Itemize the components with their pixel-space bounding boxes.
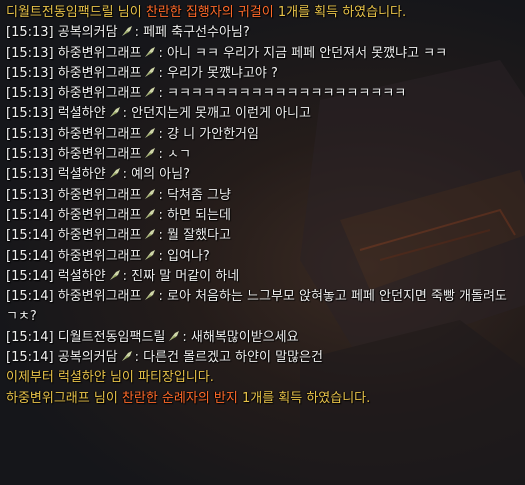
chat-message: [15:13] 하중변위그래프 : ㅋㅋㅋㅋㅋㅋㅋㅋㅋㅋㅋㅋㅋㅋㅋㅋㅋㅋㅋㅋ: [6, 84, 519, 104]
chat-message: [15:13] 하중변위그래프 : 닥쳐좀 그냥: [6, 186, 519, 206]
chat-message: [15:13] 하중변위그래프 : 걍 니 가안한거임: [6, 125, 519, 145]
message-text: : 걍 니 가안한거임: [158, 126, 259, 142]
sender-name[interactable]: 공복의커담: [58, 25, 118, 40]
sender-name[interactable]: 하중변위그래프: [58, 249, 142, 264]
sender-name[interactable]: 럭셜하얀: [58, 167, 106, 182]
sender-name[interactable]: 하중변위그래프: [58, 127, 142, 142]
timestamp: [15:14]: [6, 289, 54, 305]
timestamp: [15:14]: [6, 329, 54, 345]
sender-name[interactable]: 하중변위그래프: [58, 46, 142, 61]
sender-name[interactable]: 하중변위그래프: [58, 188, 142, 203]
chat-message: [15:14] 하중변위그래프 : 뭘 잘했다고: [6, 226, 519, 246]
chat-message: [15:14] 럭셜하얀 : 진짜 말 머같이 하네: [6, 267, 519, 287]
sender-name[interactable]: 하중변위그래프: [58, 86, 142, 101]
system-text: 님이: [113, 5, 146, 20]
wing-badge-icon: [145, 148, 156, 159]
sender-name[interactable]: 럭셜하얀: [58, 269, 106, 284]
wing-badge-icon: [145, 188, 156, 199]
sender-name[interactable]: 하중변위그래프: [58, 208, 142, 223]
chat-message: [15:14] 공복의커담 : 다른건 몰르겠고 하얀이 말많은건: [6, 348, 519, 368]
wing-badge-icon: [145, 46, 156, 57]
chat-message: [15:13] 럭셜하얀 : 안던지는게 못깨고 이런게 아니고: [6, 104, 519, 124]
timestamp: [15:13]: [6, 25, 54, 41]
message-text: : 안던지는게 못깨고 이런게 아니고: [122, 106, 311, 122]
timestamp: [15:13]: [6, 147, 54, 163]
loot-message: 디월트전동임팩드릴 님이 찬란한 집행자의 귀걸이 1개를 획득 하였습니다.: [6, 3, 519, 23]
message-text: : 하면 되는데: [158, 207, 231, 223]
timestamp: [15:13]: [6, 167, 54, 183]
wing-badge-icon: [121, 351, 132, 362]
message-text: : 뭘 잘했다고: [158, 228, 231, 244]
wing-badge-icon: [145, 66, 156, 77]
system-text: 1개를 획득 하였습니다.: [237, 390, 371, 406]
chat-message: [15:14] 하중변위그래프 : 하면 되는데: [6, 206, 519, 226]
chat-window: 디월트전동임팩드릴 님이 찬란한 집행자의 귀걸이 1개를 획득 하였습니다.[…: [0, 0, 525, 485]
timestamp: [15:14]: [6, 350, 54, 366]
notice-text: 이제부터 럭셜하얀 님이 파티장입니다.: [6, 370, 214, 386]
wing-badge-icon: [145, 208, 156, 219]
timestamp: [15:13]: [6, 45, 54, 61]
sender-name[interactable]: 하중변위그래프: [58, 147, 142, 162]
system-text: 1개를 획득 하였습니다.: [273, 5, 407, 20]
chat-message: [15:14] 하중변위그래프: 로아 처음하는 느그부모 앉혀놓고 페페 안던…: [6, 287, 519, 328]
wing-badge-icon: [145, 127, 156, 138]
timestamp: [15:14]: [6, 248, 54, 264]
timestamp: [15:13]: [6, 106, 54, 122]
item-link[interactable]: 찬란한 집행자의 귀걸이: [146, 5, 274, 20]
timestamp: [15:13]: [6, 86, 54, 102]
wing-badge-icon: [145, 249, 156, 260]
party-notice: 이제부터 럭셜하얀 님이 파티장입니다.: [6, 368, 519, 388]
player-name[interactable]: 하중변위그래프: [6, 391, 90, 406]
chat-log: 디월트전동임팩드릴 님이 찬란한 집행자의 귀걸이 1개를 획득 하였습니다.[…: [0, 0, 525, 409]
message-text: : 페페 축구선수아님?: [134, 25, 250, 41]
message-text: : 우리가 못깼냐고야 ?: [158, 65, 278, 81]
player-name[interactable]: 디월트전동임팩드릴: [6, 5, 114, 20]
chat-message: [15:13] 하중변위그래프 : 우리가 못깼냐고야 ?: [6, 64, 519, 84]
message-text: : 입여나?: [158, 248, 210, 264]
sender-name[interactable]: 하중변위그래프: [58, 228, 142, 243]
chat-message: [15:13] 하중변위그래프 : ㅅㄱ: [6, 145, 519, 165]
timestamp: [15:14]: [6, 268, 54, 284]
sender-name[interactable]: 디월트전동임팩드릴: [58, 330, 166, 345]
message-text: : ㅋㅋㅋㅋㅋㅋㅋㅋㅋㅋㅋㅋㅋㅋㅋㅋㅋㅋㅋㅋ: [158, 86, 407, 102]
wing-badge-icon: [145, 290, 156, 301]
loot-message: 하중변위그래프 님이 찬란한 순례자의 반지 1개를 획득 하였습니다.: [6, 389, 519, 409]
sender-name[interactable]: 하중변위그래프: [58, 289, 142, 304]
chat-message: [15:14] 하중변위그래프 : 입여나?: [6, 247, 519, 267]
timestamp: [15:13]: [6, 65, 54, 81]
message-text: : 예의 아님?: [122, 167, 190, 183]
message-text: : 아니 ㅋㅋ 우리가 지금 페페 안던져서 못깼냐고 ㅋㅋ: [158, 45, 448, 61]
wing-badge-icon: [145, 229, 156, 240]
message-text: : ㅅㄱ: [158, 147, 191, 163]
timestamp: [15:14]: [6, 207, 54, 223]
sender-name[interactable]: 공복의커담: [58, 350, 118, 365]
sender-name[interactable]: 하중변위그래프: [58, 66, 142, 81]
message-text: : 새해복많이받으세요: [182, 329, 299, 345]
chat-message: [15:13] 럭셜하얀 : 예의 아님?: [6, 165, 519, 185]
chat-message: [15:13] 하중변위그래프 : 아니 ㅋㅋ 우리가 지금 페페 안던져서 못깼…: [6, 44, 519, 64]
message-text: : 진짜 말 머같이 하네: [122, 268, 240, 284]
item-link[interactable]: 찬란한 순례자의 반지: [122, 391, 238, 406]
system-text: 님이: [89, 390, 122, 406]
wing-badge-icon: [169, 330, 180, 341]
message-text: : 닥쳐좀 그냥: [158, 187, 231, 203]
chat-message: [15:14] 디월트전동임팩드릴 : 새해복많이받으세요: [6, 328, 519, 348]
message-text: : 다른건 몰르겠고 하얀이 말많은건: [134, 350, 323, 366]
wing-badge-icon: [109, 107, 120, 118]
timestamp: [15:13]: [6, 187, 54, 203]
sender-name[interactable]: 럭셜하얀: [58, 106, 106, 121]
wing-badge-icon: [109, 269, 120, 280]
wing-badge-icon: [121, 26, 132, 37]
timestamp: [15:13]: [6, 126, 54, 142]
timestamp: [15:14]: [6, 228, 54, 244]
chat-message: [15:13] 공복의커담 : 페페 축구선수아님?: [6, 23, 519, 43]
wing-badge-icon: [145, 87, 156, 98]
wing-badge-icon: [109, 168, 120, 179]
